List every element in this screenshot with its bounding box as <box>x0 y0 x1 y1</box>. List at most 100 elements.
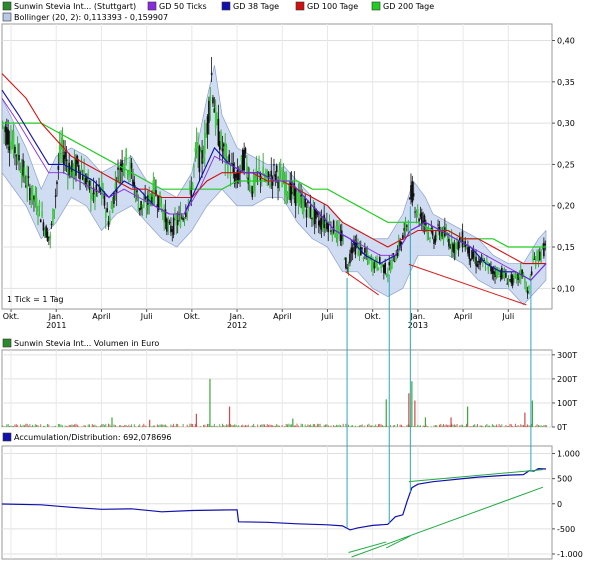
candle-body <box>267 171 270 178</box>
x-tick-label: Juli <box>501 312 514 321</box>
legend-swatch <box>295 1 305 11</box>
candle-body <box>7 129 9 145</box>
candle-body <box>198 146 201 173</box>
accumulation-tick-label: 0 <box>557 500 562 509</box>
candle-body <box>300 195 302 197</box>
candle-body <box>35 197 38 212</box>
x-tick-label: April <box>92 312 110 321</box>
candle-body <box>168 221 171 224</box>
candle-body <box>454 243 457 254</box>
candle-body <box>270 170 273 177</box>
candle-body <box>221 148 224 152</box>
candle-body <box>342 238 344 240</box>
candle-body <box>544 243 547 245</box>
legend-label: GD 100 Tage <box>307 2 358 11</box>
candle-body <box>142 201 145 208</box>
candle-body <box>183 220 186 222</box>
candle-body <box>193 166 195 168</box>
candle-body <box>231 162 233 164</box>
candle-body <box>201 150 203 164</box>
candle-body <box>479 258 481 265</box>
candle-body <box>392 253 395 255</box>
legend-swatch <box>2 432 12 442</box>
candle-body <box>49 234 52 240</box>
candle-body <box>273 164 275 166</box>
candle-body <box>209 95 212 103</box>
candle-body <box>437 224 439 226</box>
legend-label: Bollinger (20, 2): 0,113393 - 0,159907 <box>14 13 168 22</box>
volume-tick-label: 300T <box>557 351 577 360</box>
candle-body <box>225 146 228 154</box>
legend-swatch <box>2 338 12 348</box>
price-tick-label: 0,10 <box>557 284 575 293</box>
candle-body <box>189 185 191 189</box>
candle-body <box>486 260 488 263</box>
candle-body <box>387 274 389 276</box>
accumulation-tick-label: 1.000 <box>557 450 580 459</box>
candle-body <box>532 256 534 262</box>
candle-body <box>212 97 214 104</box>
legend-swatch <box>2 12 12 22</box>
volume-plot-area <box>1 349 553 428</box>
candle-body <box>42 222 45 231</box>
candle-body <box>26 176 28 189</box>
candle-body <box>526 290 529 294</box>
accumulation-plot-area <box>1 445 553 560</box>
candle-body <box>368 257 370 264</box>
candle-body <box>80 168 83 172</box>
accumulation-tick-label: -1.000 <box>557 550 583 559</box>
candle-body <box>435 236 438 238</box>
candle-body <box>540 255 542 259</box>
candle-body <box>258 168 260 170</box>
candle-body <box>18 154 20 161</box>
candle-body <box>125 149 127 161</box>
candle-body <box>444 227 446 237</box>
candle-body <box>114 183 117 190</box>
accumulation-legend: Accumulation/Distribution: 692,078696 <box>2 432 171 442</box>
price-tick-label: 0,30 <box>557 119 575 128</box>
candle-body <box>87 174 89 176</box>
candle-body <box>505 273 507 278</box>
candle-body <box>457 241 460 251</box>
legend-swatch <box>371 1 381 11</box>
accumulation-panel: 1.000 500 0 -500 -1.000 <box>1 445 583 560</box>
candle-body <box>191 182 194 189</box>
volume-tick-label: 100T <box>557 399 577 408</box>
x-year-label: 2011 <box>46 321 66 330</box>
candle-body <box>468 245 471 259</box>
candle-body <box>39 219 42 223</box>
candle-body <box>23 167 26 178</box>
price-panel: 0,100,150,200,250,300,350,40 Okt. Jan.201… <box>1 23 575 330</box>
candle-body <box>384 262 386 274</box>
price-tick-label: 0,20 <box>557 202 575 211</box>
volume-legend: Sunwin Stevia Int... Volumen in Euro <box>2 338 159 348</box>
x-tick-label: Jan. <box>229 312 245 321</box>
candle-body <box>130 162 133 169</box>
legend-swatch <box>2 1 12 11</box>
x-tick-label: Juli <box>140 312 153 321</box>
candle-body <box>345 257 347 269</box>
candle-body <box>529 275 532 279</box>
legend-label: Sunwin Stevia Int... Volumen in Euro <box>14 339 159 348</box>
legend-swatch <box>147 1 157 11</box>
candle-body <box>205 134 207 137</box>
candle-body <box>412 193 415 197</box>
candle-body <box>208 100 210 123</box>
x-tick-label: Jan. <box>48 312 64 321</box>
candle-body <box>327 223 330 233</box>
candle-body <box>37 214 39 217</box>
accumulation-tick-label: -500 <box>557 525 575 534</box>
candle-body <box>298 191 301 204</box>
candle-body <box>528 285 530 289</box>
legend-label: Sunwin Stevia Int... (Stuttgart) <box>14 2 136 11</box>
candle-body <box>94 194 96 202</box>
candle-body <box>232 163 235 173</box>
candle-body <box>429 238 431 240</box>
candle-body <box>304 197 306 207</box>
candle-body <box>377 267 380 271</box>
candle-body <box>488 263 491 265</box>
candle-body <box>309 205 312 218</box>
candle-body <box>117 167 119 170</box>
candle-body <box>174 215 176 219</box>
candle-body <box>14 146 16 154</box>
